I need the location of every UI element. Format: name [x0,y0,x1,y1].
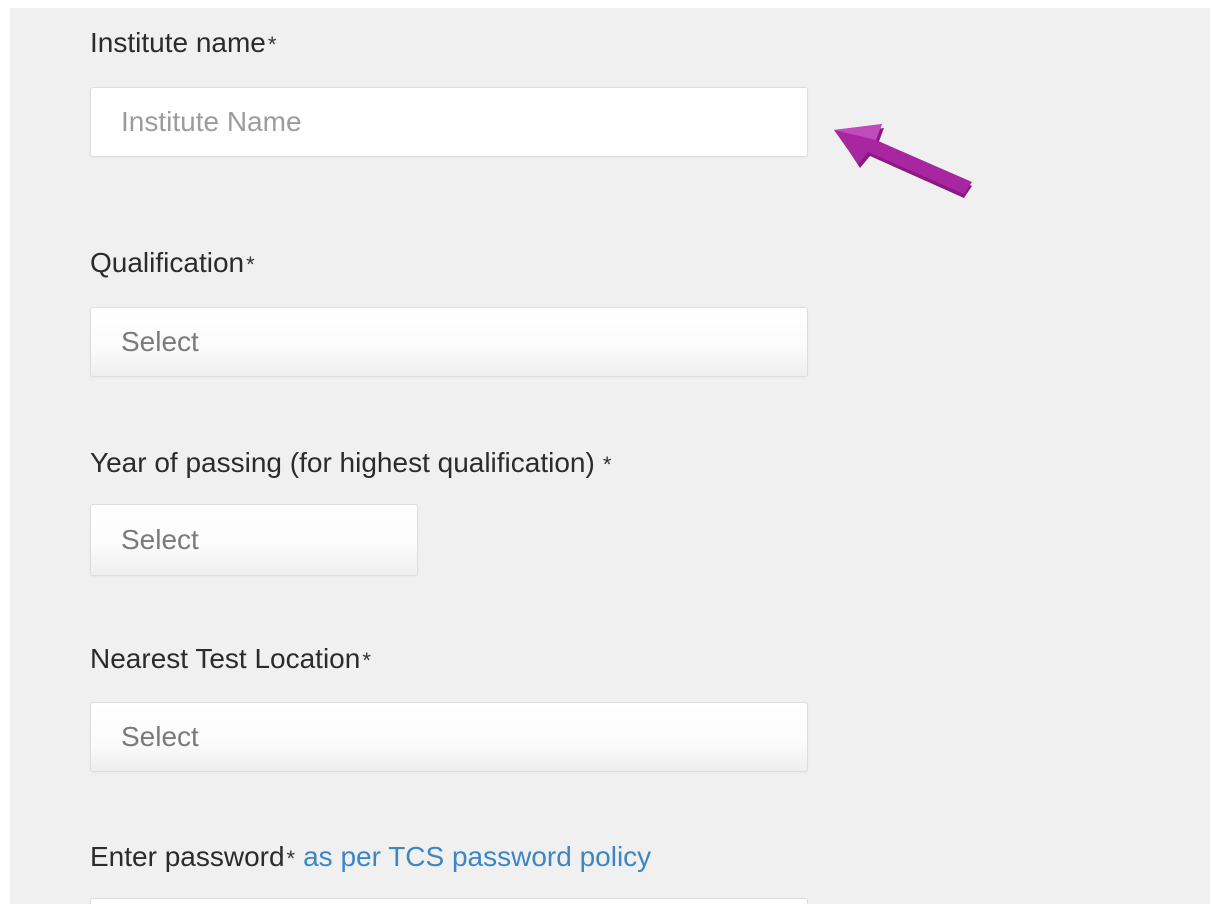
password-label-text: Enter password [90,841,285,872]
password-label: Enter password* as per TCS password polic… [90,840,651,876]
test-location-label-text: Nearest Test Location [90,643,361,674]
required-marker: * [362,648,371,673]
qualification-selected-value: Select [121,326,199,357]
year-of-passing-selected-value: Select [121,524,199,555]
institute-name-label-text: Institute name [90,27,266,58]
institute-name-label: Institute name* [90,26,276,62]
registration-form-panel: Institute name* Qualification* Select Ye… [10,8,1210,904]
institute-name-input[interactable] [90,87,808,157]
password-policy-link[interactable]: as per TCS password policy [303,841,651,872]
qualification-label: Qualification* [90,246,255,282]
required-marker: * [286,846,296,871]
test-location-select[interactable]: Select [90,702,808,772]
test-location-selected-value: Select [121,721,199,752]
qualification-select[interactable]: Select [90,307,808,377]
test-location-label: Nearest Test Location* [90,642,371,678]
year-of-passing-label-text: Year of passing (for highest qualificati… [90,447,595,478]
year-of-passing-label: Year of passing (for highest qualificati… [90,446,611,482]
password-input[interactable] [90,898,808,904]
qualification-label-text: Qualification [90,247,245,278]
required-marker: * [267,32,277,57]
year-of-passing-select[interactable]: Select [90,504,418,576]
required-marker: * [602,452,612,477]
arrow-pointer-icon [834,124,972,198]
required-marker: * [246,252,255,277]
